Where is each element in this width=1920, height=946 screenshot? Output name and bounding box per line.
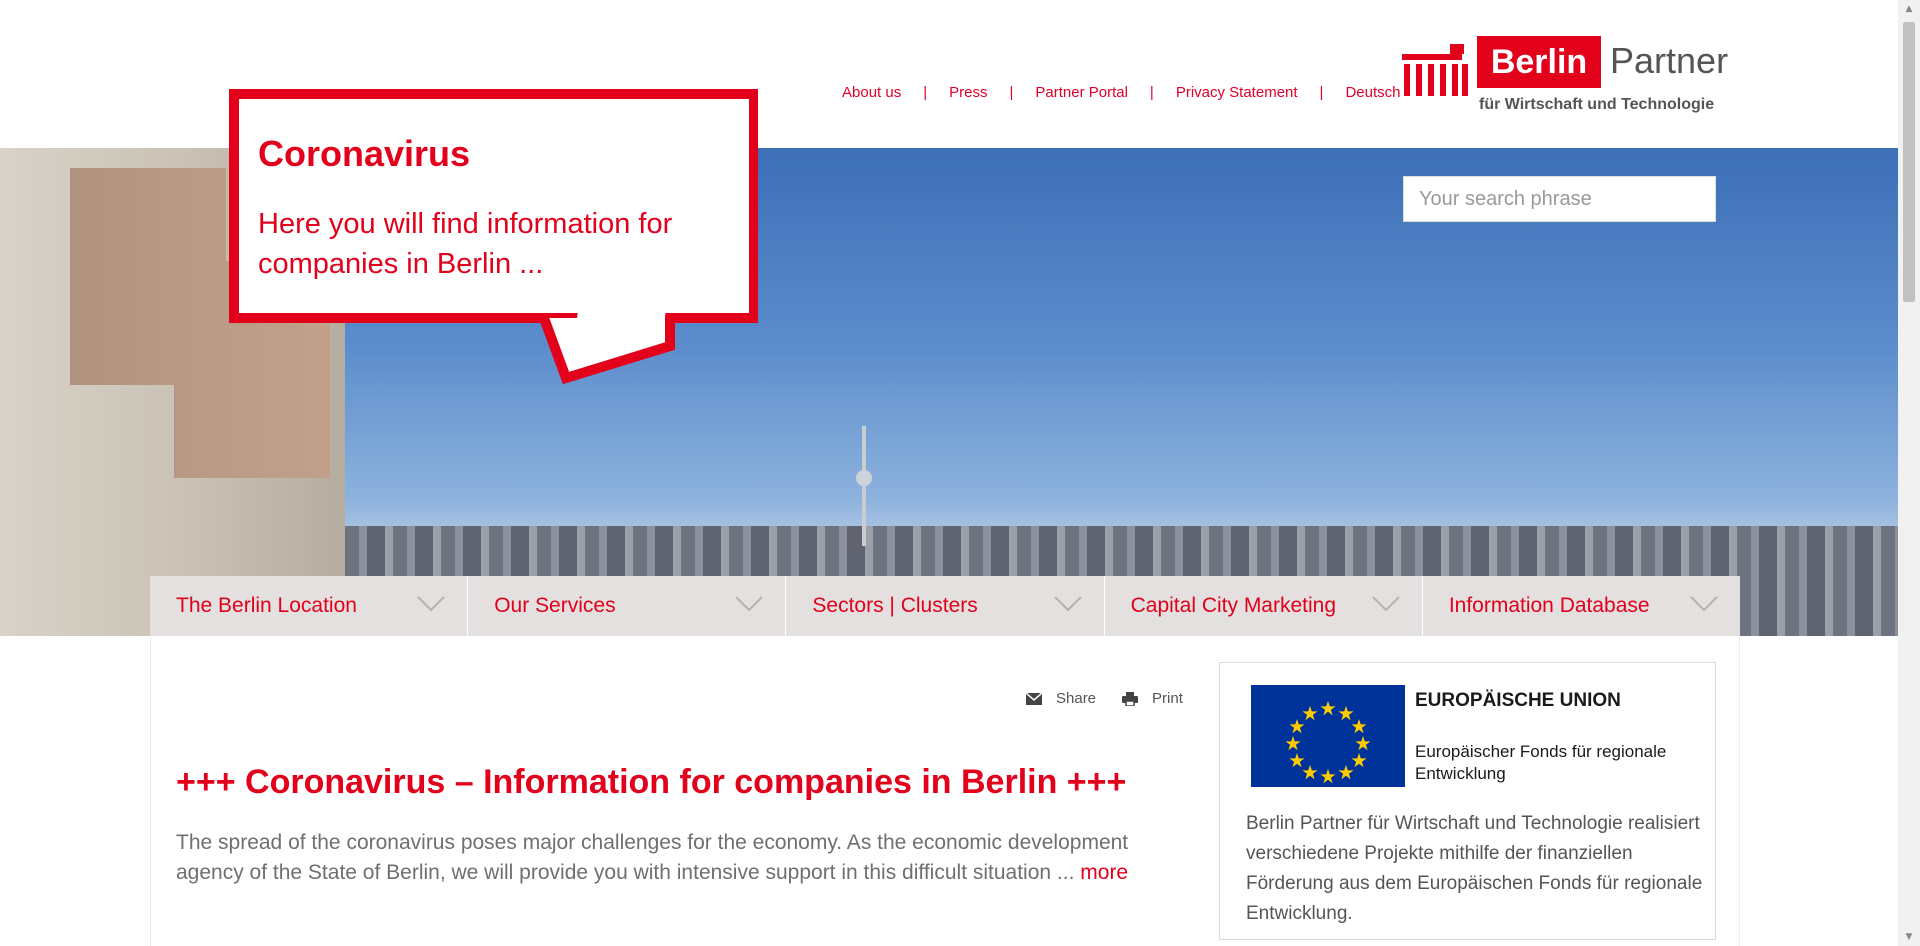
bubble-text: Here you will find information for compa… xyxy=(258,208,673,280)
nav-label: Capital City Marketing xyxy=(1130,594,1337,617)
share-button[interactable]: Share xyxy=(1026,690,1096,707)
nav-capital-city-marketing[interactable]: Capital City Marketing xyxy=(1105,576,1423,636)
eu-title: EUROPÄISCHE UNION xyxy=(1415,690,1621,711)
top-nav-privacy-statement[interactable]: Privacy Statement xyxy=(1176,84,1298,101)
chevron-down-icon xyxy=(1690,596,1718,612)
top-nav-separator: | xyxy=(1319,84,1324,101)
top-navigation: About us | Press | Partner Portal | Priv… xyxy=(842,84,1400,101)
chevron-down-icon xyxy=(735,596,764,612)
chevron-down-icon xyxy=(1372,596,1400,612)
brandenburg-gate-icon xyxy=(1402,44,1468,96)
print-label: Print xyxy=(1152,690,1183,707)
teaser-text: The spread of the coronavirus poses majo… xyxy=(176,831,1129,884)
bubble-title: Coronavirus xyxy=(258,133,471,174)
logo-berlin: Berlin xyxy=(1477,36,1601,88)
berlin-partner-logo[interactable]: Berlin Partner für Wirtschaft und Techno… xyxy=(1402,34,1728,120)
eu-flag-icon xyxy=(1251,685,1405,787)
article-teaser: The spread of the coronavirus poses majo… xyxy=(176,828,1186,888)
top-nav-about-us[interactable]: About us xyxy=(842,84,901,101)
top-nav-press[interactable]: Press xyxy=(949,84,987,101)
scrollbar-thumb[interactable] xyxy=(1903,22,1915,302)
top-nav-separator: | xyxy=(1009,84,1014,101)
scroll-down-arrow-icon[interactable]: ▼ xyxy=(1898,928,1920,946)
article-tools: Share Print xyxy=(1026,690,1183,707)
logo-partner: Partner xyxy=(1610,40,1729,81)
top-nav-partner-portal[interactable]: Partner Portal xyxy=(1035,84,1128,101)
chevron-down-icon xyxy=(1053,596,1082,612)
top-nav-separator: | xyxy=(923,84,928,101)
top-nav-deutsch[interactable]: Deutsch xyxy=(1345,84,1400,101)
eu-funding-box: EUROPÄISCHE UNION Europäischer Fonds für… xyxy=(1219,662,1716,940)
nav-label: Information Database xyxy=(1448,594,1650,617)
top-nav-separator: | xyxy=(1149,84,1154,101)
eu-description: Berlin Partner für Wirtschaft und Techno… xyxy=(1246,813,1703,924)
share-label: Share xyxy=(1056,690,1097,707)
nav-label: Our Services xyxy=(494,594,616,617)
nav-our-services[interactable]: Our Services xyxy=(468,576,787,636)
main-navigation: The Berlin Location Our Services Sectors… xyxy=(150,576,1740,636)
eu-subtitle: Europäischer Fonds für regionale Entwick… xyxy=(1415,742,1667,783)
chevron-down-icon xyxy=(417,596,445,612)
envelope-icon xyxy=(1026,692,1042,705)
nav-sectors-clusters[interactable]: Sectors | Clusters xyxy=(786,576,1105,636)
print-button[interactable]: Print xyxy=(1122,690,1183,707)
logo-subtitle: für Wirtschaft und Technologie xyxy=(1479,96,1715,113)
more-link[interactable]: more xyxy=(1080,861,1128,884)
tv-tower-sphere xyxy=(856,470,872,486)
scroll-up-arrow-icon[interactable]: ▲ xyxy=(1898,0,1920,18)
tv-tower xyxy=(862,426,866,546)
vertical-scrollbar[interactable]: ▲ ▼ xyxy=(1898,0,1920,946)
nav-label: Sectors | Clusters xyxy=(812,594,978,617)
search-input[interactable] xyxy=(1403,176,1716,222)
nav-the-berlin-location[interactable]: The Berlin Location xyxy=(150,576,469,636)
printer-icon xyxy=(1122,691,1139,706)
nav-information-database[interactable]: Information Database xyxy=(1423,576,1740,636)
article-headline[interactable]: +++ Coronavirus – Information for compan… xyxy=(176,763,1126,802)
nav-label: The Berlin Location xyxy=(176,594,357,617)
